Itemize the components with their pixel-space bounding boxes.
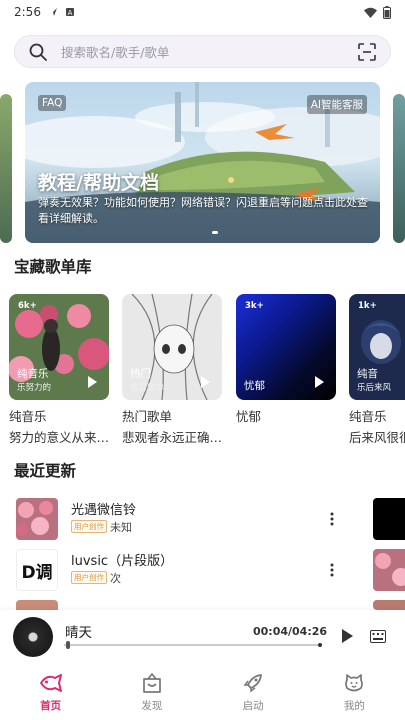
progress-bar[interactable]	[64, 644, 320, 646]
section-title-playlists: 宝藏歌单库	[14, 258, 92, 276]
banner-description: 弹奏无效果？功能如何使用？网络错误？闪退重启等问题点击此处查看详细解读。	[38, 196, 368, 225]
scan-icon[interactable]	[358, 42, 376, 61]
playlist-title: 纯音乐	[349, 409, 387, 424]
playlist-cover: 热门 敢禁歌单	[122, 294, 222, 400]
user-created-badge: 用户创作	[71, 571, 107, 584]
playlist-subtitle: 后来风很很	[349, 430, 405, 445]
rocket-icon	[243, 674, 262, 693]
next-column-thumbnail[interactable]	[373, 549, 405, 591]
play-icon[interactable]	[315, 376, 324, 388]
app-notification-icon: A	[65, 8, 74, 17]
play-icon[interactable]	[88, 376, 97, 388]
song-thumbnail	[16, 600, 58, 610]
song-row[interactable]: 光遇微信铃 用户创作 未知	[16, 498, 356, 542]
keyboard-icon[interactable]	[370, 630, 386, 643]
fish-icon	[39, 674, 62, 692]
battery-icon	[383, 5, 391, 19]
thumbnail-text: D调	[21, 562, 53, 583]
carousel-indicator	[212, 231, 218, 234]
thumbnail-artwork	[16, 498, 58, 540]
section-title-recent: 最近更新	[14, 462, 77, 480]
wifi-icon	[364, 7, 377, 18]
cover-name: 纯音	[357, 368, 378, 380]
progress-end-dot	[318, 643, 322, 647]
next-column-thumbnail	[373, 600, 405, 610]
song-row[interactable]: D调 luvsic（片段版） 用户创作 次	[16, 549, 356, 593]
user-created-badge: 用户创作	[71, 520, 107, 533]
status-time: 2:56	[14, 5, 41, 19]
banner-tag-faq: FAQ	[38, 95, 67, 111]
more-options-icon[interactable]	[330, 512, 334, 526]
song-title: luvsic（片段版）	[71, 554, 174, 569]
next-column-thumbnail[interactable]	[373, 498, 405, 540]
cover-name: 热门	[130, 368, 151, 380]
help-banner[interactable]: FAQ AI智能客服 教程/帮助文档 弹奏无效果？功能如何使用？网络错误？闪退重…	[25, 82, 380, 243]
search-icon	[29, 43, 47, 61]
navigation-icon	[48, 8, 57, 16]
nav-label-home: 首页	[40, 700, 62, 712]
nav-label-profile: 我的	[343, 700, 365, 712]
playlist-card[interactable]: 1k+ 纯音 乐后来风 纯音乐 后来风很很	[349, 294, 405, 445]
nav-label-discover: 发现	[141, 700, 163, 712]
banner-title: 教程/帮助文档	[38, 172, 159, 194]
progress-knob[interactable]	[65, 641, 70, 649]
mini-player[interactable]: 晴天 00:04/04:26	[0, 610, 405, 660]
more-options-icon[interactable]	[330, 563, 334, 577]
song-title: 光遇微信铃	[71, 503, 137, 518]
playlist-card[interactable]: 热门 敢禁歌单 热门歌单 悲观者永远正确…	[122, 294, 222, 445]
thumbnail-artwork	[373, 549, 405, 591]
search-placeholder: 搜索歌名/歌手/歌单	[61, 45, 170, 60]
bottom-navigation: 首页 发现 启动 我的	[0, 660, 405, 720]
song-thumbnail: D调	[16, 549, 58, 591]
song-row-partial	[16, 600, 356, 610]
nav-item-home[interactable]: 首页	[0, 660, 101, 720]
cover-subtitle: 乐后来风	[357, 383, 392, 393]
play-button[interactable]	[342, 629, 353, 643]
status-bar: 2:56 A	[0, 0, 405, 24]
nav-item-discover[interactable]: 发现	[101, 660, 202, 720]
playlist-cover: 1k+ 纯音 乐后来风	[349, 294, 405, 400]
playlist-title: 忧郁	[236, 409, 262, 424]
nav-item-profile[interactable]: 我的	[304, 660, 405, 720]
discover-box-icon	[143, 673, 161, 693]
playlist-title: 热门歌单	[122, 409, 173, 424]
song-thumbnail	[16, 498, 58, 540]
album-disc[interactable]	[13, 617, 53, 657]
now-playing-title: 晴天	[65, 625, 92, 641]
playback-time: 00:04/04:26	[253, 625, 328, 638]
profile-face-icon	[345, 674, 364, 692]
banner-prev-peek[interactable]	[0, 94, 12, 243]
song-artist: 未知	[110, 521, 132, 534]
banner-next-peek[interactable]	[393, 94, 405, 243]
play-count: 3k+	[245, 301, 264, 311]
cover-subtitle: 乐努力的	[17, 383, 52, 393]
playlist-subtitle: 努力的意义从来…	[9, 430, 110, 445]
play-count: 6k+	[18, 301, 37, 311]
nav-label-launch: 启动	[242, 700, 264, 712]
search-bar[interactable]: 搜索歌名/歌手/歌单	[14, 35, 391, 68]
playlist-subtitle: 悲观者永远正确…	[122, 430, 223, 445]
playlist-card[interactable]: 6k+ 纯音乐 乐努力的 纯音乐 努力的意义从来…	[9, 294, 109, 445]
playlist-title: 纯音乐	[9, 409, 47, 424]
song-artist: 次	[110, 572, 121, 585]
cover-name: 忧郁	[244, 380, 265, 392]
app-screen: 2:56 A 搜索歌名/歌手/歌单 FAQ AI智能客服 教程/帮助文档 弹奏无…	[0, 0, 405, 720]
cover-subtitle: 敢禁歌单	[130, 383, 165, 393]
play-count: 1k+	[358, 301, 377, 311]
cover-name: 纯音乐	[17, 368, 49, 380]
playlist-cover: 6k+ 纯音乐 乐努力的	[9, 294, 109, 400]
playlist-cover: 3k+ 忧郁	[236, 294, 336, 400]
svg-text:A: A	[68, 9, 73, 17]
nav-item-launch[interactable]: 启动	[203, 660, 304, 720]
play-icon[interactable]	[201, 376, 210, 388]
banner-tag-ai-service[interactable]: AI智能客服	[306, 95, 367, 114]
playlist-card[interactable]: 3k+ 忧郁 忧郁	[236, 294, 336, 424]
